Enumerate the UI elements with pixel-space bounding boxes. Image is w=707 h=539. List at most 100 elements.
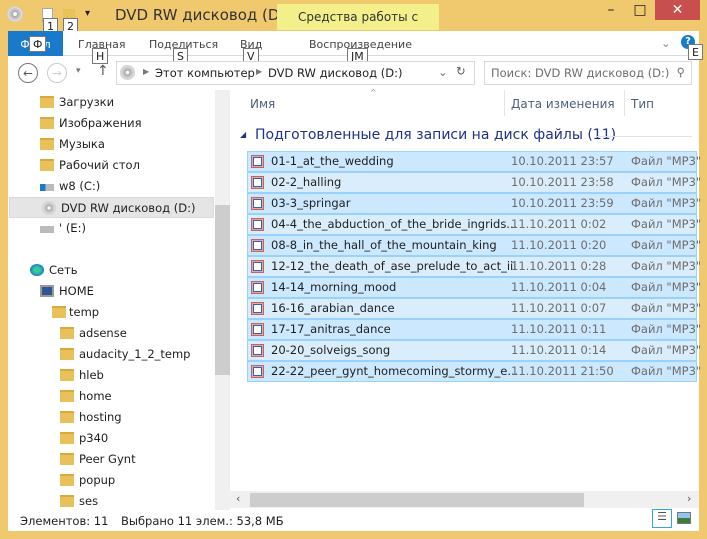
mp3-file-icon	[251, 239, 264, 252]
address-bar[interactable]: ▶ Этот компьютер ▶ DVD RW дисковод (D:) …	[116, 61, 475, 85]
search-icon: ⚲	[676, 65, 685, 79]
folder-icon	[52, 306, 66, 318]
folder-icon	[60, 411, 74, 423]
nav-item-label: Рабочий стол	[59, 158, 140, 172]
nav-item[interactable]: p340	[8, 428, 215, 449]
file-name: 14-14_morning_mood	[271, 280, 397, 294]
nav-item[interactable]: ses	[8, 491, 215, 510]
scroll-right-icon[interactable]: ›	[687, 492, 691, 505]
chevron-right-icon[interactable]: ▶	[143, 67, 149, 76]
maximize-button[interactable]: □	[626, 0, 654, 20]
nav-item[interactable]: w8 (C:)	[8, 176, 215, 197]
nav-item[interactable]: home	[8, 386, 215, 407]
nav-item[interactable]: adsense	[8, 323, 215, 344]
file-type: Файл "MP3"	[631, 259, 702, 273]
file-name: 08-8_in_the_hall_of_the_mountain_king	[271, 238, 497, 252]
nav-item[interactable]: Peer Gynt	[8, 449, 215, 470]
nav-item[interactable]: ' (E:)	[8, 218, 215, 239]
nav-item[interactable]: popup	[8, 470, 215, 491]
nav-item[interactable]: audacity_1_2_temp	[8, 344, 215, 365]
file-type: Файл "MP3"	[631, 364, 702, 378]
drive-icon	[40, 226, 54, 233]
ribbon-expand-icon[interactable]: ⌄	[661, 36, 671, 50]
group-header[interactable]: Подготовленные для записи на диск файлы …	[255, 127, 616, 143]
breadcrumb-this-pc[interactable]: Этот компьютер	[155, 66, 255, 80]
nav-item[interactable]: hleb	[8, 365, 215, 386]
mp3-file-icon	[251, 302, 264, 315]
nav-item[interactable]: hosting	[8, 407, 215, 428]
file-type: Файл "MP3"	[631, 175, 702, 189]
pictures-folder-icon	[40, 117, 54, 129]
folder-icon	[60, 474, 74, 486]
search-placeholder: Поиск: DVD RW дисковод (D:)	[491, 66, 670, 80]
file-row[interactable]: 02-2_halling 10.10.2011 23:58 Файл "MP3"	[247, 172, 701, 193]
column-header-name[interactable]: Имя	[250, 97, 275, 111]
folder-icon	[60, 327, 74, 339]
qat-dropdown-icon[interactable]: ▾	[85, 8, 90, 19]
file-name: 01-1_at_the_wedding	[271, 154, 394, 168]
breadcrumb-dvd[interactable]: DVD RW дисковод (D:)	[268, 66, 402, 80]
file-row[interactable]: 17-17_anitras_dance 11.10.2011 0:11 Файл "…	[247, 319, 701, 340]
back-button[interactable]: ←	[18, 63, 38, 83]
column-divider[interactable]	[624, 90, 625, 116]
nav-item[interactable]: Загрузки	[8, 92, 215, 113]
nav-item-label: Изображения	[59, 116, 142, 130]
nav-item[interactable]: Рабочий стол	[8, 155, 215, 176]
mp3-file-icon	[251, 323, 264, 336]
nav-item[interactable]: temp	[8, 302, 215, 323]
computer-icon	[40, 285, 54, 297]
dvd-drive-icon	[42, 201, 56, 215]
file-row[interactable]: 22-22_peer_gynt_homecoming_stormy_e... 11…	[247, 361, 701, 382]
scroll-left-icon[interactable]: ‹	[236, 492, 240, 505]
horizontal-scrollbar-thumb[interactable]	[250, 493, 584, 507]
column-header-date[interactable]: Дата изменения	[511, 97, 615, 111]
group-divider	[597, 136, 692, 137]
refresh-icon[interactable]: ↻	[456, 64, 466, 78]
address-dropdown-icon[interactable]: ⌄	[438, 65, 448, 79]
group-collapse-icon[interactable]: ◢	[240, 130, 246, 139]
file-row[interactable]: 04-4_the_abduction_of_the_bride_ingrids.…	[247, 214, 701, 235]
mp3-file-icon	[251, 176, 264, 189]
column-header-type[interactable]: Тип	[631, 97, 654, 111]
file-row[interactable]: 03-3_springar 10.10.2011 23:59 Файл "MP3"	[247, 193, 701, 214]
file-row[interactable]: 14-14_morning_mood 11.10.2011 0:04 Файл "M…	[247, 277, 701, 298]
nav-item[interactable]: Изображения	[8, 113, 215, 134]
file-row[interactable]: 20-20_solveigs_song 11.10.2011 0:14 Файл "…	[247, 340, 701, 361]
windows-drive-icon	[40, 184, 54, 191]
details-view-button[interactable]: ☰	[652, 509, 672, 528]
nav-item-label: audacity_1_2_temp	[79, 347, 191, 361]
search-input[interactable]: Поиск: DVD RW дисковод (D:) ⚲	[484, 61, 692, 85]
file-date: 10.10.2011 23:59	[511, 196, 614, 210]
nav-item[interactable]: HOME	[8, 281, 215, 302]
nav-item-label: hosting	[79, 410, 122, 424]
forward-button[interactable]: →	[47, 63, 67, 83]
nav-item-label: Музыка	[59, 137, 105, 151]
nav-item[interactable]: DVD RW дисковод (D:)	[9, 197, 214, 218]
file-row[interactable]: 01-1_at_the_wedding 10.10.2011 23:57 Файл …	[247, 151, 701, 172]
column-divider[interactable]	[504, 90, 505, 116]
key-tip-file: Ф	[29, 36, 47, 52]
close-button[interactable]: ✕	[655, 0, 700, 20]
file-name: 16-16_arabian_dance	[271, 301, 395, 315]
key-tip-help: E	[688, 44, 703, 60]
nav-item-label: hleb	[79, 368, 104, 382]
large-icons-view-button[interactable]	[677, 512, 691, 524]
nav-item[interactable]: Музыка	[8, 134, 215, 155]
nav-item[interactable]: Сеть	[8, 260, 215, 281]
recent-dropdown-icon[interactable]: ▾	[76, 66, 81, 76]
minimize-button[interactable]: –	[597, 0, 625, 20]
file-name: 03-3_springar	[271, 196, 351, 210]
file-row[interactable]: 16-16_arabian_dance 11.10.2011 0:07 Файл "…	[247, 298, 701, 319]
mp3-file-icon	[251, 218, 264, 231]
file-row[interactable]: 12-12_the_death_of_ase_prelude_to_act_ii…	[247, 256, 701, 277]
window-icon-dvd[interactable]	[7, 6, 23, 22]
nav-item-label: adsense	[79, 326, 127, 340]
up-button[interactable]: ↑	[97, 63, 109, 79]
chevron-right-icon[interactable]: ▶	[256, 67, 262, 76]
file-date: 11.10.2011 0:14	[511, 343, 607, 357]
music-folder-icon	[40, 138, 54, 150]
nav-item-label: Сеть	[49, 263, 78, 277]
file-row[interactable]: 08-8_in_the_hall_of_the_mountain_king 11.…	[247, 235, 701, 256]
file-date: 11.10.2011 0:20	[511, 238, 607, 252]
nav-scrollbar-thumb[interactable]	[215, 205, 230, 375]
